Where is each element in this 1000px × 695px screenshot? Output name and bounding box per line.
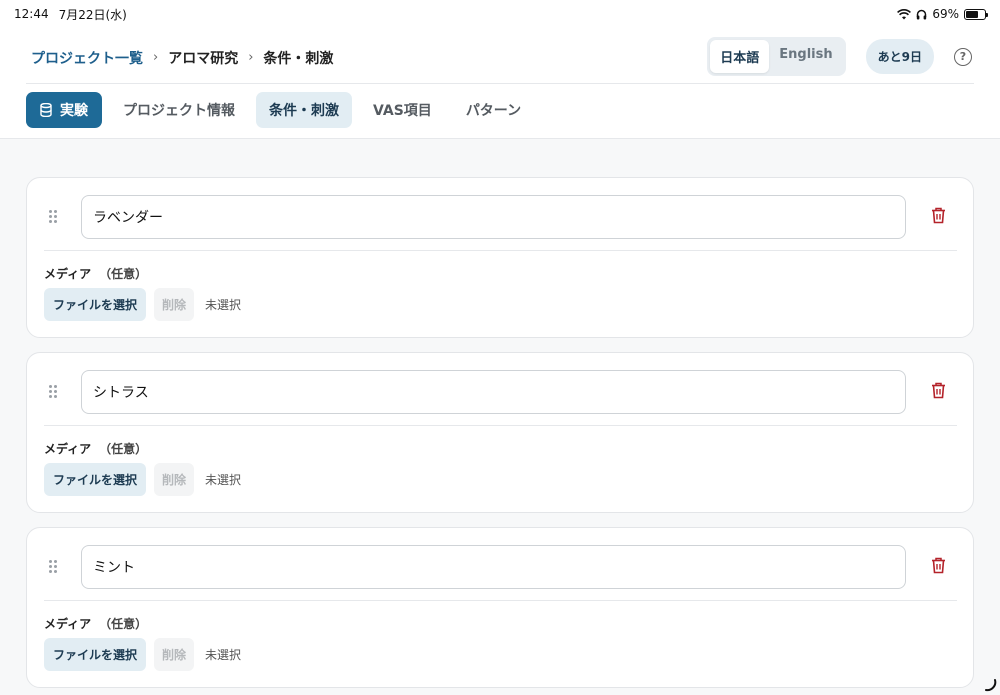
conditions-list: メディア （任意） ファイルを選択 削除 未選択 メディア （任意） ファイルを選択… (0, 139, 1000, 695)
media-label-text: メディア (44, 442, 92, 456)
breadcrumb-projects-link[interactable]: プロジェクト一覧 (31, 48, 143, 68)
chevron-right-icon: › (248, 50, 254, 65)
breadcrumb-current: 条件・刺激 (263, 50, 334, 67)
choose-file-button[interactable]: ファイルを選択 (44, 288, 147, 321)
status-time: 12:44 (14, 7, 49, 21)
days-left-badge[interactable]: あと9日 (865, 39, 934, 74)
choose-file-button[interactable]: ファイルを選択 (44, 638, 147, 671)
file-status-text: 未選択 (205, 473, 242, 487)
media-optional-text: （任意） (99, 267, 148, 281)
condition-name-input[interactable] (81, 195, 906, 239)
help-icon[interactable]: ? (954, 47, 972, 66)
headphones-icon (917, 9, 927, 19)
delete-media-button[interactable]: 削除 (154, 288, 195, 321)
tab-conditions[interactable]: 条件・刺激 (256, 92, 352, 128)
card-divider (44, 425, 957, 426)
media-controls: ファイルを選択 削除 未選択 (44, 463, 241, 496)
delete-media-button[interactable]: 削除 (154, 638, 195, 671)
battery-percent: 69% (932, 7, 959, 21)
wifi-icon (897, 8, 912, 19)
drag-handle-icon[interactable] (49, 560, 57, 573)
tab-experiment-label: 実験 (60, 103, 88, 119)
loading-spinner-icon (985, 679, 997, 692)
status-date: 7月22日(水) (58, 7, 127, 22)
tab-patterns[interactable]: パターン (453, 92, 534, 128)
media-label: メディア （任意） (44, 615, 147, 632)
header: プロジェクト一覧 › アロマ研究 › 条件・刺激 日本語 English あと9… (26, 36, 974, 84)
breadcrumb-project[interactable]: アロマ研究 (168, 48, 238, 68)
condition-card: メディア （任意） ファイルを選択 削除 未選択 (26, 352, 974, 513)
trash-icon[interactable] (931, 207, 946, 224)
media-label-text: メディア (44, 267, 92, 281)
trash-icon[interactable] (931, 557, 946, 574)
tab-project-info[interactable]: プロジェクト情報 (110, 92, 248, 128)
card-divider (44, 600, 957, 601)
media-label-text: メディア (44, 617, 92, 631)
language-ja-button[interactable]: 日本語 (710, 40, 770, 73)
condition-card: メディア （任意） ファイルを選択 削除 未選択 (26, 177, 974, 338)
media-controls: ファイルを選択 削除 未選択 (44, 288, 241, 321)
card-divider (44, 250, 957, 251)
media-optional-text: （任意） (99, 617, 148, 631)
language-en-button[interactable]: English (769, 40, 842, 73)
breadcrumb: プロジェクト一覧 › アロマ研究 › 条件・刺激 (26, 48, 333, 72)
file-status-text: 未選択 (205, 648, 242, 662)
status-bar: 12:44 7月22日(水) 69% (0, 0, 1000, 28)
tab-vas-items[interactable]: VAS項目 (360, 92, 445, 128)
file-status-text: 未選択 (205, 298, 242, 312)
choose-file-button[interactable]: ファイルを選択 (44, 463, 147, 496)
drag-handle-icon[interactable] (49, 210, 57, 223)
drag-handle-icon[interactable] (49, 385, 57, 398)
media-optional-text: （任意） (99, 442, 148, 456)
database-icon (40, 103, 52, 117)
condition-name-input[interactable] (81, 370, 906, 414)
battery-level (966, 10, 979, 18)
chevron-right-icon: › (153, 50, 159, 65)
battery-icon (964, 8, 988, 20)
language-toggle: 日本語 English (707, 37, 846, 76)
condition-name-input[interactable] (81, 545, 906, 589)
media-label: メディア （任意） (44, 265, 147, 282)
tab-experiment[interactable]: 実験 (26, 92, 102, 128)
media-label: メディア （任意） (44, 440, 147, 457)
delete-media-button[interactable]: 削除 (154, 463, 195, 496)
condition-card: メディア （任意） ファイルを選択 削除 未選択 (26, 527, 974, 688)
trash-icon[interactable] (931, 382, 946, 399)
media-controls: ファイルを選択 削除 未選択 (44, 638, 241, 671)
tab-bar: 実験 プロジェクト情報 条件・刺激 VAS項目 パターン (26, 92, 534, 128)
